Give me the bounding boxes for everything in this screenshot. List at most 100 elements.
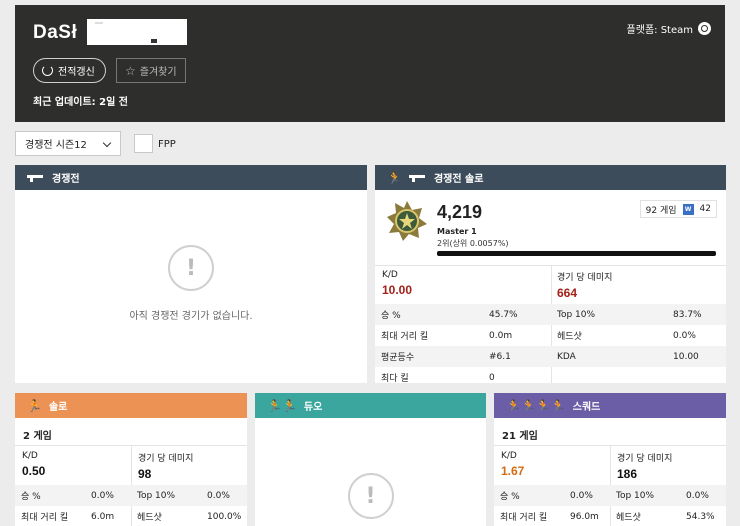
kd-value: 0.50 bbox=[22, 464, 46, 478]
damage-value: 186 bbox=[617, 467, 638, 481]
squad-stats: 승 % 0.0% Top 10% 0.0% 최대 거리 킬 96.0m 헤드샷 54.3… bbox=[494, 485, 726, 526]
kd-label: K/D bbox=[501, 451, 517, 461]
stat-value: 0.0% bbox=[570, 490, 593, 501]
stat-label: 승 % bbox=[21, 492, 41, 502]
stat-label: 최다 킬 bbox=[381, 374, 409, 384]
squad-title: 스쿼드 bbox=[572, 402, 601, 413]
stat-row: 최대 거리 킬 0.0m 헤드샷 0.0% bbox=[375, 325, 726, 346]
stat-row: 최대 거리 킬 96.0m 헤드샷 54.3% bbox=[494, 506, 726, 526]
stat-row: 승 % 0.0% Top 10% 0.0% bbox=[494, 485, 726, 506]
master-rank-badge bbox=[387, 201, 427, 241]
damage-stat: 경기 당 데미지 664 bbox=[557, 270, 612, 300]
squad-panel: 🏃🏃🏃🏃 스쿼드 21 게임 K/D 1.67 경기 당 데미지 186 승 %… bbox=[494, 393, 726, 526]
empty-state-text: 아직 경쟁전 경기가 없습니다. bbox=[129, 311, 253, 322]
stat-value: 0.0% bbox=[91, 490, 114, 501]
solo-title: 솔로 bbox=[48, 402, 68, 413]
duo-title: 듀오 bbox=[303, 402, 323, 413]
stat-row: 평균등수 #6.1 KDA 10.00 bbox=[375, 346, 726, 367]
running-person-icon: 🏃🏃🏃🏃 bbox=[506, 398, 566, 413]
solo-header: 🏃 솔로 bbox=[15, 393, 247, 418]
stat-value: 54.3% bbox=[686, 511, 715, 522]
stat-label: 평균등수 bbox=[381, 353, 415, 363]
running-person-icon: 🏃🏃 bbox=[267, 398, 297, 413]
refresh-stats-button[interactable]: 전적갱신 bbox=[33, 58, 106, 83]
rank-summary: 4,219 Master 1 2위(상위 0.0057%) 92 게임 W 42 bbox=[375, 190, 726, 265]
kd-value: 10.00 bbox=[382, 283, 413, 297]
damage-label: 경기 당 데미지 bbox=[138, 454, 194, 464]
damage-stat: 경기 당 데미지 186 bbox=[617, 451, 672, 481]
platform-indicator: 플랫폼: Steam bbox=[627, 21, 711, 36]
gun-icon bbox=[408, 174, 427, 182]
stat-value: 0.0m bbox=[489, 330, 513, 341]
solo-games-count: 2 게임 bbox=[23, 431, 52, 442]
win-icon: W bbox=[682, 203, 694, 215]
solo-stats: 승 % 0.0% Top 10% 0.0% 최대 거리 킬 6.0m 헤드샷 100.0… bbox=[15, 485, 247, 526]
kd-label: K/D bbox=[22, 451, 38, 461]
solo-panel: 🏃 솔로 2 게임 K/D 0.50 경기 당 데미지 98 승 % 0.0% T… bbox=[15, 393, 247, 526]
duo-header: 🏃🏃 듀오 bbox=[255, 393, 486, 418]
rank-position: 2위(상위 0.0057%) bbox=[437, 239, 509, 248]
stat-label: 헤드샷 bbox=[557, 332, 582, 342]
stat-label: 최대 거리 킬 bbox=[381, 332, 429, 342]
exclamation-circle-icon: ! bbox=[168, 245, 214, 291]
damage-label: 경기 당 데미지 bbox=[557, 273, 613, 283]
stat-label: 헤드샷 bbox=[616, 513, 641, 523]
stat-label: Top 10% bbox=[557, 309, 596, 320]
ranked-solo-panel: 🏃 경쟁전 솔로 4,219 Master 1 2위(상위 0.0057%) 9… bbox=[375, 165, 726, 384]
stat-label: Top 10% bbox=[137, 490, 176, 501]
damage-stat: 경기 당 데미지 98 bbox=[138, 451, 193, 481]
squad-games-count: 21 게임 bbox=[502, 431, 538, 442]
wins-count: 42 bbox=[699, 204, 711, 214]
ranked-panel: 경쟁전 ! 아직 경쟁전 경기가 없습니다. bbox=[15, 165, 367, 383]
kd-stat: K/D 1.67 bbox=[501, 451, 524, 478]
stat-value: 100.0% bbox=[207, 511, 242, 522]
stat-label: 헤드샷 bbox=[137, 513, 162, 523]
name-redaction bbox=[87, 19, 187, 45]
stat-label: 승 % bbox=[381, 311, 401, 321]
season-select-value: 경쟁전 시즌12 bbox=[25, 140, 87, 151]
stat-value: 96.0m bbox=[570, 511, 599, 522]
gun-icon bbox=[27, 174, 45, 182]
stat-value: 0.0% bbox=[673, 330, 696, 341]
season-select[interactable]: 경쟁전 시즌12 bbox=[15, 131, 121, 156]
fpp-checkbox[interactable] bbox=[134, 134, 153, 153]
profile-header: DaSł 플랫폼: Steam 전적갱신 ☆ 즐겨찾기 최근 업데이트: 2일 … bbox=[15, 5, 725, 122]
ranked-solo-title: 경쟁전 솔로 bbox=[433, 174, 484, 185]
stat-value: 0 bbox=[489, 372, 495, 383]
stat-label: 최대 거리 킬 bbox=[21, 513, 69, 523]
stat-label: Top 10% bbox=[616, 490, 655, 501]
stat-row: 승 % 45.7% Top 10% 83.7% bbox=[375, 304, 726, 325]
stat-value: 83.7% bbox=[673, 309, 702, 320]
empty-state: ! bbox=[255, 473, 486, 519]
ranked-panel-title: 경쟁전 bbox=[52, 174, 80, 185]
favorite-label: 즐겨찾기 bbox=[139, 67, 177, 78]
refresh-label: 전적갱신 bbox=[58, 67, 95, 78]
running-person-icon: 🏃 bbox=[387, 170, 402, 185]
damage-value: 98 bbox=[138, 467, 152, 481]
stat-row: 승 % 0.0% Top 10% 0.0% bbox=[15, 485, 247, 506]
stat-row: 최다 킬 0 bbox=[375, 367, 726, 388]
squad-header: 🏃🏃🏃🏃 스쿼드 bbox=[494, 393, 726, 418]
stat-value: 6.0m bbox=[91, 511, 115, 522]
kd-stat: K/D 10.00 bbox=[382, 270, 412, 297]
stat-label: 최대 거리 킬 bbox=[500, 513, 548, 523]
ranked-solo-header: 🏃 경쟁전 솔로 bbox=[375, 165, 726, 190]
star-icon: ☆ bbox=[125, 63, 136, 78]
kd-stat: K/D 0.50 bbox=[22, 451, 45, 478]
kd-label: K/D bbox=[382, 270, 398, 280]
fpp-label: FPP bbox=[158, 139, 176, 150]
ranked-solo-stats: 승 % 45.7% Top 10% 83.7% 최대 거리 킬 0.0m 헤드샷 0.0… bbox=[375, 304, 726, 388]
chevron-down-icon bbox=[102, 138, 112, 148]
steam-icon bbox=[698, 22, 711, 35]
ranked-panel-header: 경쟁전 bbox=[15, 165, 367, 190]
games-count: 92 게임 bbox=[645, 205, 677, 216]
damage-label: 경기 당 데미지 bbox=[617, 454, 673, 464]
games-wins-box: 92 게임 W 42 bbox=[639, 200, 717, 218]
favorite-button[interactable]: ☆ 즐겨찾기 bbox=[116, 58, 186, 83]
stat-value: 10.00 bbox=[673, 351, 699, 362]
kd-value: 1.67 bbox=[501, 464, 525, 478]
stat-label: KDA bbox=[557, 351, 576, 362]
last-updated-text: 최근 업데이트: 2일 전 bbox=[33, 97, 129, 108]
empty-state: ! 아직 경쟁전 경기가 없습니다. bbox=[15, 245, 367, 322]
duo-panel: 🏃🏃 듀오 ! bbox=[255, 393, 486, 526]
